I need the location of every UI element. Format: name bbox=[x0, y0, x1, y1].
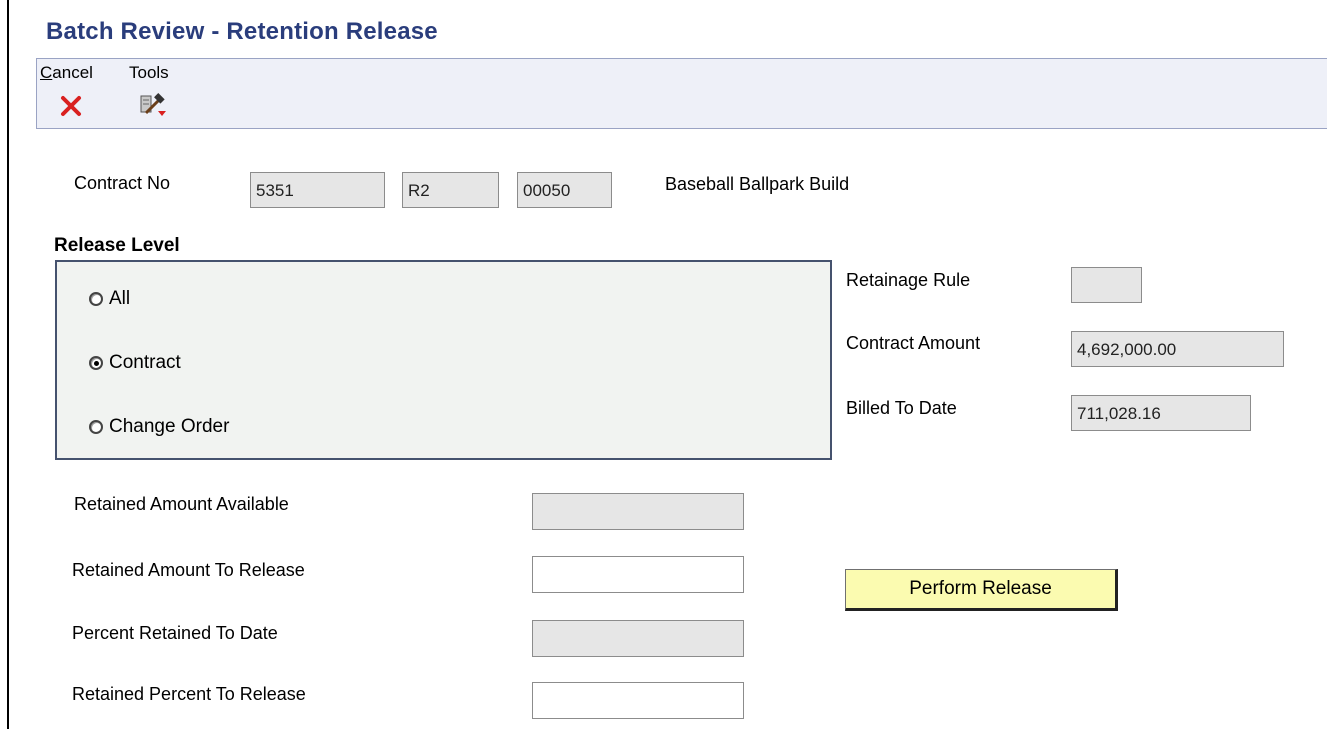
radio-contract-indicator[interactable] bbox=[89, 356, 103, 370]
radio-change-order[interactable]: Change Order bbox=[89, 416, 229, 438]
red-x-icon bbox=[60, 95, 82, 122]
billed-to-date-field[interactable]: 711,028.16 bbox=[1071, 395, 1251, 431]
contract-amount-field[interactable]: 4,692,000.00 bbox=[1071, 331, 1284, 367]
percent-retained-to-date-field[interactable] bbox=[532, 620, 744, 657]
tools-hammer-icon bbox=[139, 93, 167, 124]
billed-to-date-label: Billed To Date bbox=[846, 398, 957, 418]
radio-contract-label: Contract bbox=[109, 352, 181, 373]
contract-amount-label: Contract Amount bbox=[846, 333, 981, 353]
retained-amount-available-field[interactable] bbox=[532, 493, 744, 530]
retainage-rule-field[interactable] bbox=[1071, 267, 1142, 303]
contract-company-field[interactable]: 00050 bbox=[517, 172, 612, 208]
radio-contract[interactable]: Contract bbox=[89, 352, 181, 374]
retained-percent-to-release-field[interactable] bbox=[532, 682, 744, 719]
cancel-label: Cancel bbox=[40, 63, 93, 82]
release-level-title: Release Level bbox=[54, 235, 180, 256]
retained-amount-available-label: Retained Amount Available bbox=[74, 494, 289, 514]
retainage-rule-label: Retainage Rule bbox=[846, 270, 971, 290]
radio-all-indicator[interactable] bbox=[89, 292, 103, 306]
tools-label: Tools bbox=[129, 63, 169, 82]
cancel-button[interactable]: Cancel bbox=[40, 63, 93, 116]
window-left-border bbox=[7, 0, 9, 729]
page-title: Batch Review - Retention Release bbox=[46, 18, 438, 45]
radio-change-order-indicator[interactable] bbox=[89, 420, 103, 434]
radio-all-label: All bbox=[109, 288, 131, 309]
radio-change-order-label: Change Order bbox=[109, 416, 230, 437]
tools-button[interactable]: Tools bbox=[129, 63, 169, 116]
release-level-group: All Contract Change Order bbox=[55, 260, 832, 460]
radio-all[interactable]: All bbox=[89, 288, 130, 310]
contract-no-label: Contract No bbox=[74, 173, 171, 193]
contract-description: Baseball Ballpark Build bbox=[665, 174, 850, 194]
retained-amount-to-release-field[interactable] bbox=[532, 556, 744, 593]
retained-percent-to-release-label: Retained Percent To Release bbox=[72, 684, 306, 704]
contract-number-field[interactable]: 5351 bbox=[250, 172, 385, 208]
perform-release-button[interactable]: Perform Release bbox=[845, 569, 1118, 611]
percent-retained-to-date-label: Percent Retained To Date bbox=[72, 623, 278, 643]
retained-amount-to-release-label: Retained Amount To Release bbox=[72, 560, 305, 580]
toolbar: Cancel Tools bbox=[36, 58, 1327, 129]
contract-type-field[interactable]: R2 bbox=[402, 172, 499, 208]
